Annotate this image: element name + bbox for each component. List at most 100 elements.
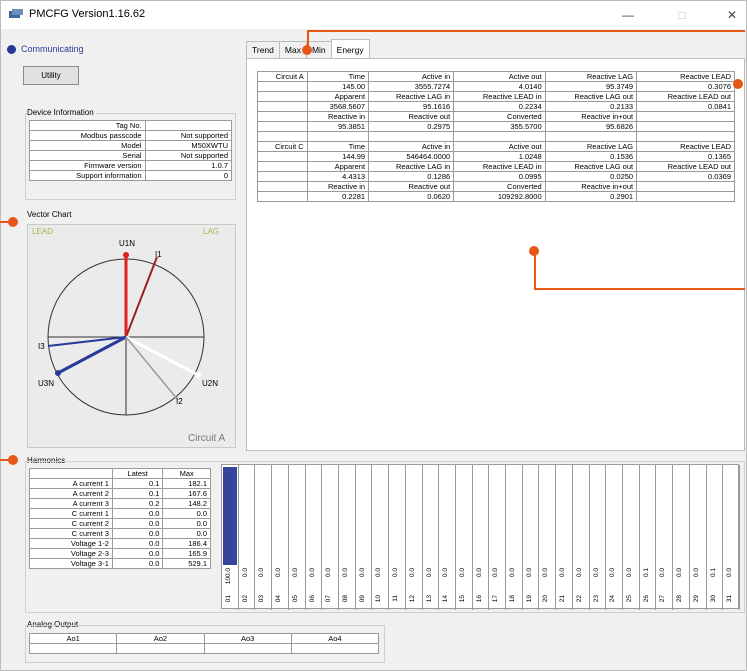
harmonics-max: 165.9	[162, 548, 211, 559]
vector-u2n-tip	[195, 372, 201, 378]
device-info-row: Tag No.	[29, 120, 233, 131]
harmonics-latest: 0.2	[111, 498, 164, 509]
harmonic-bar-column: 0.0 18	[506, 465, 523, 610]
harmonic-bar-column: 0.0 22	[573, 465, 590, 610]
lead-label: LEAD	[32, 227, 53, 236]
energy-cell: 546464.0000	[368, 151, 455, 162]
energy-cell: 0.2234	[453, 101, 546, 112]
energy-cell	[636, 131, 735, 142]
energy-cell: 0.0369	[636, 171, 735, 182]
harmonic-bar-order: 14	[442, 595, 450, 603]
harmonic-bar-column: 0.1 30	[707, 465, 724, 610]
harmonic-bar-order: 18	[509, 595, 517, 603]
energy-cell	[544, 131, 638, 142]
i3-label: I3	[38, 342, 45, 351]
energy-cell: 3555.7274	[368, 81, 455, 92]
energy-cell: 0.0995	[453, 171, 546, 182]
energy-row: Apparent Reactive LAG in Reactive LEAD in R…	[257, 91, 735, 102]
harmonic-bar-value: 0.0	[425, 568, 433, 578]
vector-chart-canvas	[47, 252, 205, 416]
utility-button[interactable]: Utility	[23, 66, 79, 85]
circuit-name	[257, 111, 308, 122]
ao2-value	[116, 643, 205, 654]
maximize-button[interactable]: □	[667, 5, 697, 25]
callout-line	[534, 288, 745, 290]
device-info-value: M50XWTU	[144, 140, 233, 151]
analog-output-table: Ao1 Ao2 Ao3 Ao4	[28, 633, 380, 654]
harmonics-max: 186.4	[162, 538, 211, 549]
harmonics-name: A current 2	[29, 488, 113, 499]
harmonics-header	[29, 468, 113, 479]
harmonic-bar-order: 07	[325, 595, 333, 603]
device-info-label: Device Information	[27, 108, 96, 117]
circuit-name	[257, 121, 308, 132]
harmonics-max: 529.1	[162, 558, 211, 569]
harmonics-row: C current 3 0.0 0.0	[29, 528, 211, 539]
harmonics-name: Voltage 2-3	[29, 548, 113, 559]
harmonic-bar-order: 17	[492, 595, 500, 603]
circuit-name	[257, 161, 308, 172]
device-info-value: 1.0.7	[144, 160, 233, 171]
harmonic-bar-column: 0.0 17	[489, 465, 507, 610]
harmonic-bar-value: 0.0	[392, 568, 400, 578]
harmonic-bar-order: 01	[225, 595, 232, 603]
energy-cell	[636, 121, 735, 132]
energy-cell: 0.0841	[636, 101, 735, 112]
harmonic-bar-column: 0.0 07	[322, 465, 339, 610]
harmonic-bar-value: 0.0	[408, 568, 416, 578]
harmonic-bar-column: 0.0 21	[556, 465, 573, 610]
energy-row: Circuit C Time Active in Active out Reactive…	[257, 141, 735, 152]
device-info-row: Modbus passcode Not supported	[29, 130, 233, 141]
energy-cell: Reactive out	[368, 181, 455, 192]
energy-cell: 0.0250	[544, 171, 638, 182]
harmonics-bar-chart: 100.0 01 0.0 02 0.0 03 0.0 04 0.0 05 0.0 06 0.0 07 0.0…	[221, 464, 740, 610]
harmonics-row: Voltage 2-3 0.0 165.9	[29, 548, 211, 559]
harmonic-bar-value: 0.0	[358, 568, 366, 578]
harmonic-bar-value: 0.0	[442, 568, 450, 578]
harmonic-bar-value: 0.0	[525, 568, 533, 578]
device-info-row: Model M50XWTU	[29, 140, 233, 151]
energy-cell: Reactive in+out	[544, 181, 638, 192]
harmonics-header: Max	[162, 468, 211, 479]
energy-cell: Reactive in	[306, 111, 370, 122]
harmonics-row: A current 3 0.2 148.2	[29, 498, 211, 509]
energy-cell: 1.0248	[453, 151, 546, 162]
device-info-key: Model	[29, 140, 146, 151]
harmonic-bar-order: 30	[709, 595, 717, 603]
device-info-value: Not supported	[144, 130, 233, 141]
energy-cell: Reactive LAG out	[544, 91, 638, 102]
harmonic-bar-value: 0.0	[692, 568, 700, 578]
tab-energy[interactable]: Energy	[330, 39, 370, 58]
callout-line	[534, 251, 536, 289]
harmonic-bar-column: 0.0 16	[473, 465, 490, 610]
harmonic-bar-column: 0.0 28	[673, 465, 690, 610]
circuit-name	[257, 191, 308, 202]
callout-marker-energy	[733, 79, 743, 89]
harmonics-row: C current 1 0.0 0.0	[29, 508, 211, 519]
harmonic-bar-column: 0.0 13	[423, 465, 440, 610]
callout-line	[0, 459, 10, 461]
energy-cell: 3568.5607	[306, 101, 370, 112]
close-button[interactable]: ✕	[717, 5, 747, 25]
harmonics-name: Voltage 1-2	[29, 538, 113, 549]
energy-cell: 109292.8000	[453, 191, 546, 202]
harmonic-bar-value: 0.0	[726, 568, 734, 578]
harmonic-bar-column: 0.0 29	[690, 465, 707, 610]
circuit-name	[257, 171, 308, 182]
harmonics-max: 0.0	[162, 528, 211, 539]
energy-cell: Active in	[368, 71, 455, 82]
energy-cell: Converted	[453, 111, 546, 122]
harmonic-bar-value: 0.0	[475, 568, 483, 578]
harmonic-bar-order: 25	[626, 595, 634, 603]
circuit-name	[257, 81, 308, 92]
harmonics-name: A current 1	[29, 478, 113, 489]
energy-row: 145.00 3555.7274 4.0140 95.3749 0.3076	[257, 81, 735, 92]
harmonics-latest: 0.0	[111, 508, 164, 519]
energy-row: Circuit A Time Active in Active out Reactive…	[257, 71, 735, 82]
energy-cell: Reactive LEAD in	[453, 161, 546, 172]
minimize-button[interactable]: —	[613, 5, 643, 25]
harmonic-bar-column: 0.0 03	[255, 465, 273, 610]
energy-cell: Active in	[368, 141, 455, 152]
harmonic-bar-column: 0.0 27	[656, 465, 674, 610]
tab-trend[interactable]: Trend	[246, 41, 280, 58]
